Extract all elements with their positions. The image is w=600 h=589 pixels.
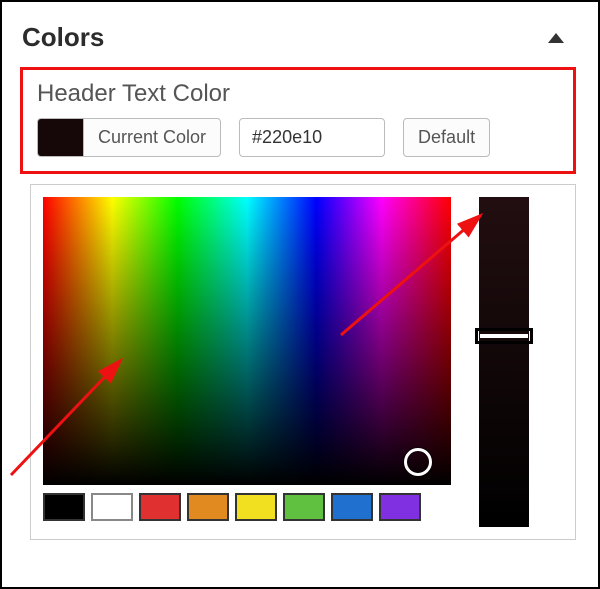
section-title: Colors [22, 22, 104, 53]
sv-picker-ring[interactable] [404, 448, 432, 476]
color-picker [30, 184, 576, 540]
caret-up-icon [548, 33, 564, 43]
saturation-value-canvas[interactable] [43, 197, 451, 485]
colors-panel-frame: Colors Header Text Color Current Color D… [0, 0, 600, 589]
section-header[interactable]: Colors [20, 18, 578, 63]
preset-swatch-row [43, 493, 451, 521]
preset-swatch[interactable] [235, 493, 277, 521]
preset-swatch[interactable] [331, 493, 373, 521]
preset-swatch[interactable] [187, 493, 229, 521]
field-label: Header Text Color [37, 80, 559, 108]
preset-swatch[interactable] [91, 493, 133, 521]
preset-swatch[interactable] [139, 493, 181, 521]
brightness-handle[interactable] [475, 328, 533, 344]
default-button[interactable]: Default [403, 118, 490, 157]
preset-swatch[interactable] [283, 493, 325, 521]
preset-swatch[interactable] [43, 493, 85, 521]
brightness-slider[interactable] [479, 197, 529, 527]
header-text-color-group: Header Text Color Current Color Default [20, 67, 576, 174]
current-color-group: Current Color [37, 118, 221, 157]
preset-swatch[interactable] [379, 493, 421, 521]
hex-input[interactable] [239, 118, 385, 157]
current-color-button[interactable]: Current Color [83, 118, 221, 157]
current-color-swatch[interactable] [37, 118, 83, 157]
